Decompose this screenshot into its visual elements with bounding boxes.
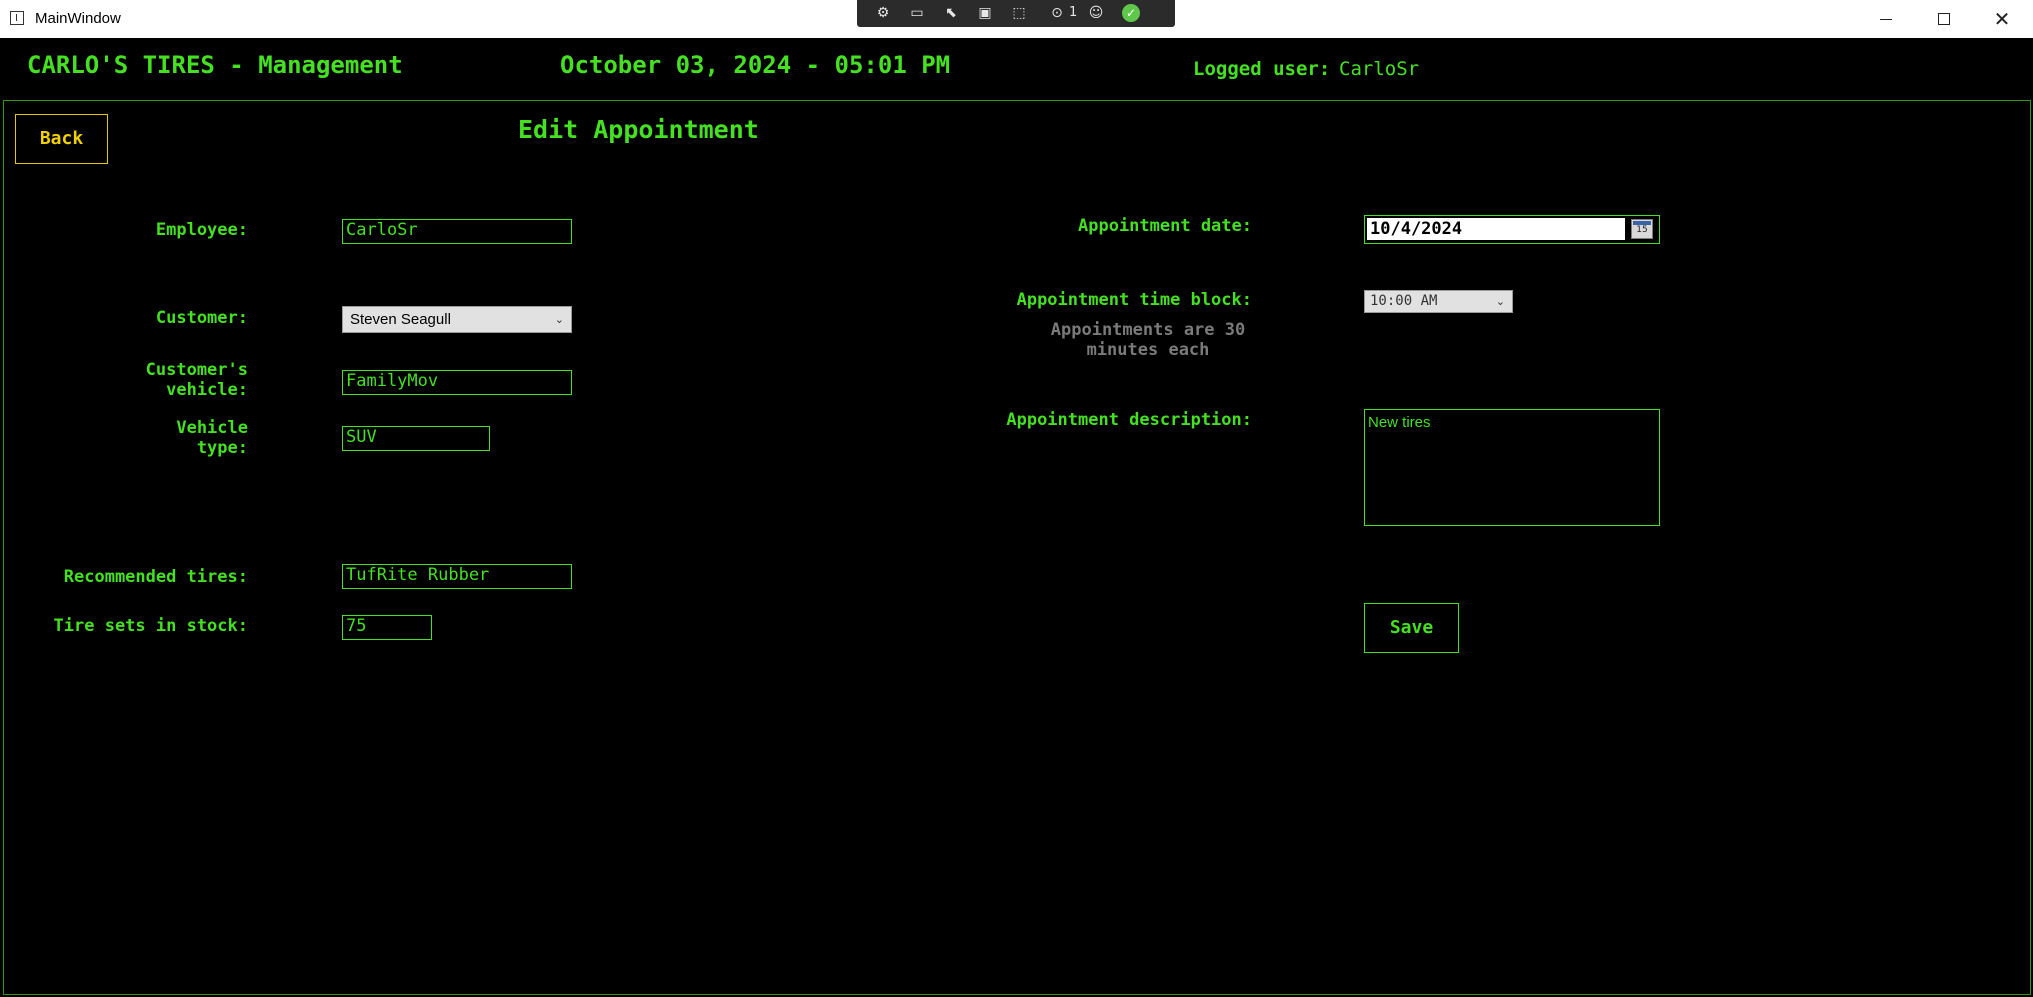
vehicle-type-field[interactable]: SUV [342,426,490,451]
close-button[interactable]: ✕ [1973,0,2031,38]
live-visual-tree-icon[interactable]: ⚙ [873,4,893,22]
vehicle-label-line1: Customer's [145,360,248,380]
minimize-button[interactable] [1857,0,1915,38]
logged-user-name: CarloSr [1339,58,1420,80]
time-block-note: Appointments are 30 minutes each [1033,320,1263,360]
back-button[interactable]: Back [15,114,108,164]
recommended-tires-field[interactable]: TufRite Rubber [342,564,572,589]
vehicle-field[interactable]: FamilyMov [342,370,572,395]
checkmark-icon[interactable]: ✓ [1122,4,1140,22]
maximize-button[interactable] [1915,0,1973,38]
window-title: MainWindow [35,10,121,27]
employee-field[interactable]: CarloSr [342,219,572,244]
calendar-icon[interactable]: 15 [1631,219,1653,239]
xaml-debug-toolbar: ⚙ ▭ ⬉ ▣ ⬚ ⊙ 1 ☺ ✓ [857,0,1175,27]
vehicle-type-label-line1: Vehicle [176,418,248,438]
record-icon[interactable]: ▭ [907,4,927,22]
appointment-date-label: Appointment date: [1078,216,1252,236]
time-block-note-line2: minutes each [1086,340,1210,360]
description-textarea[interactable]: New tires [1364,409,1660,526]
customer-dropdown[interactable]: Steven Seagull ⌄ [342,306,572,333]
tire-stock-field[interactable]: 75 [342,615,432,640]
employee-label: Employee: [155,220,248,240]
customer-label: Customer: [155,308,248,328]
calendar-icon-day: 15 [1636,225,1648,235]
appointment-date-picker[interactable]: 10/4/2024 15 [1364,215,1660,244]
customer-selected-value: Steven Seagull [350,311,451,328]
vehicle-label-line2: vehicle: [166,380,248,400]
time-block-label: Appointment time block: [1016,290,1252,310]
app-title: CARLO'S TIRES - Management [27,51,403,79]
vehicle-type-label-line2: type: [196,438,248,458]
display-layout-adorners-icon[interactable]: ▣ [975,4,995,22]
chevron-down-icon: ⌄ [1495,295,1505,308]
binding-failures-icon[interactable]: ⊙ [1047,4,1067,22]
accessibility-icon[interactable]: ☺ [1086,4,1106,22]
app-window-icon [10,11,24,25]
appointment-date-input[interactable]: 10/4/2024 [1367,218,1625,240]
time-block-selected-value: 10:00 AM [1370,293,1438,309]
vehicle-label: Customer's vehicle: [40,360,248,400]
recommended-tires-label: Recommended tires: [63,567,248,587]
logged-user-label: Logged user: [1193,58,1331,80]
current-datetime: October 03, 2024 - 05:01 PM [560,51,951,79]
tire-stock-label: Tire sets in stock: [53,616,248,636]
select-element-icon[interactable]: ⬉ [941,4,961,22]
time-block-dropdown[interactable]: 10:00 AM ⌄ [1364,290,1513,313]
time-block-note-line1: Appointments are 30 [1050,320,1246,340]
save-button[interactable]: Save [1364,603,1459,653]
vehicle-type-label: Vehicle type: [40,418,248,458]
chevron-down-icon: ⌄ [554,313,564,326]
page-title: Edit Appointment [518,115,759,144]
binding-failures-count: 1 [1069,5,1078,20]
track-focus-icon[interactable]: ⬚ [1009,4,1029,22]
description-label: Appointment description: [1006,410,1252,430]
